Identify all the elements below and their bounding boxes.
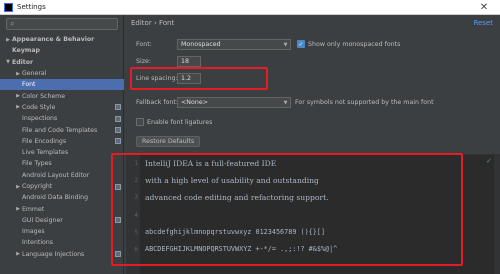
tree-item-emmet[interactable]: ▶ Emmet [0,203,124,214]
tree-item-images[interactable]: Images [0,226,124,237]
settings-tree: ▶ Appearance & Behavior Keymap ▼ Editor ▶ Gene… [0,34,124,260]
tree-item-intentions[interactable]: Intentions [0,237,124,248]
window-title: Settings [17,3,46,11]
line-spacing-label: Line spacing: [136,75,178,82]
line-number: 5 [134,229,138,236]
tree-item-label: Android Layout Editor [22,171,90,179]
tree-item-label: Language Injections [22,250,85,258]
tree-item-label: Appearance & Behavior [12,36,95,44]
tree-item-file-types[interactable]: File Types [0,158,124,169]
fallback-font-label: Fallback font: [136,99,179,106]
chevron-right-icon[interactable]: ▶ [14,184,22,190]
tree-item-label: Emmet [22,205,45,213]
tree-item-label: Live Templates [22,149,69,157]
chevron-down-icon: ▼ [283,41,288,48]
monospaced-only-checkbox[interactable]: ✓ [297,40,305,48]
project-scope-icon [115,104,121,111]
font-label: Font: [136,41,152,48]
preview-code-line: advanced code editing and refactoring su… [145,193,329,202]
chevron-right-icon[interactable]: ▶ [14,251,22,257]
line-number-gutter: 1 2 3 4 5 6 [126,155,140,274]
tree-item-file-and-code-templates[interactable]: File and Code Templates [0,124,124,135]
tree-item-label: Color Scheme [22,92,66,100]
tree-item-label: Code Style [22,103,56,111]
project-scope-icon [115,183,121,190]
chevron-right-icon[interactable]: ▶ [14,104,22,110]
close-button[interactable]: ✕ [468,0,500,15]
tree-item-label: Android Data Binding [22,194,89,202]
preview-code-line: abcdefghijklmnopqrstuvwxyz 0123456789 ()… [145,228,326,236]
line-number: 6 [134,246,138,253]
app-logo-icon [4,2,13,12]
monospaced-only-label: Show only monospaced fonts [308,41,401,48]
tree-item-appearance-behavior[interactable]: ▶ Appearance & Behavior [0,34,124,45]
chevron-down-icon[interactable]: ▼ [4,59,12,65]
tree-item-label: Copyright [22,183,53,190]
tree-item-label: File and Code Templates [22,126,98,134]
fallback-font-combo[interactable]: <None> ▼ [177,97,291,108]
tree-item-general[interactable]: ▶ General [0,68,124,79]
tree-item-code-style[interactable]: ▶ Code Style [0,102,124,113]
tree-item-android-layout-editor[interactable]: Android Layout Editor [0,170,124,181]
tree-item-keymap[interactable]: Keymap [0,45,124,56]
chevron-right-icon[interactable]: ▶ [4,37,12,43]
tree-item-label: File Encodings [22,137,67,145]
fallback-font-hint: For symbols not supported by the main fo… [295,99,434,106]
chevron-right-icon[interactable]: ▶ [14,71,22,77]
tree-item-label: Intentions [22,239,53,247]
font-combo-value: Monospaced [181,41,221,48]
project-scope-icon [115,127,121,134]
project-scope-icon [115,217,121,224]
preview-code-line: IntelliJ IDEA is a full-featured IDE [145,159,277,168]
chevron-right-icon[interactable]: ▶ [14,93,22,99]
tree-item-label: Keymap [12,47,40,55]
tree-item-label: GUI Designer [22,216,63,224]
font-combo[interactable]: Monospaced ▼ [177,39,291,50]
tree-item-gui-designer[interactable]: GUI Designer [0,215,124,226]
fallback-font-value: <None> [181,99,208,106]
search-icon: ⌕ [10,19,15,28]
ligatures-checkbox[interactable] [136,118,144,126]
preview-code-line: with a high level of usability and outst… [145,176,319,185]
line-number: 4 [134,212,138,219]
restore-defaults-button[interactable]: Restore Defaults [136,136,201,147]
tree-item-android-data-binding[interactable]: Android Data Binding [0,192,124,203]
font-settings-panel: Editor › Font Reset Font: Monospaced ▼ ✓… [125,15,500,274]
line-spacing-input[interactable]: 1.2 [177,73,201,84]
tree-item-editor[interactable]: ▼ Editor [0,57,124,68]
check-mark-icon: ✓ [486,157,492,165]
size-input[interactable]: 18 [177,56,201,67]
chevron-right-icon[interactable]: ▶ [14,206,22,212]
tree-item-label: Images [22,228,45,236]
vertical-scrollbar[interactable] [494,155,500,274]
tree-item-inspections[interactable]: Inspections [0,113,124,124]
tree-item-label: Editor [12,58,34,66]
size-label: Size: [136,58,152,65]
search-input[interactable]: ⌕ [6,18,118,30]
reset-link[interactable]: Reset [473,19,493,27]
tree-item-label: Font [22,81,36,89]
project-scope-icon [115,251,121,258]
settings-sidebar: ⌕ ▶ Appearance & Behavior Keymap ▼ Editor ▶ Ge… [0,15,124,274]
preview-code-line: ABCDEFGHIJKLMNOPQRSTUVWXYZ +-*/= .,;:!? … [145,245,338,253]
font-preview-editor[interactable]: 1 2 3 4 5 6 IntelliJ IDEA is a full-featured … [126,154,500,274]
tree-item-copyright[interactable]: ▶ Copyright [0,181,124,192]
tree-item-color-scheme[interactable]: ▶ Color Scheme [0,90,124,101]
chevron-down-icon: ▼ [283,99,288,106]
tree-item-file-encodings[interactable]: File Encodings [0,136,124,147]
line-number: 3 [134,194,138,201]
tree-item-font[interactable]: Font [0,79,124,91]
project-scope-icon [115,138,121,145]
tree-item-label: Inspections [22,115,58,123]
tree-item-label: General [22,70,47,78]
project-scope-icon [115,115,121,122]
title-bar: Settings ✕ [0,0,500,15]
ligatures-label: Enable font ligatures [147,119,213,126]
tree-item-live-templates[interactable]: Live Templates [0,147,124,158]
tree-item-label: File Types [22,160,52,168]
line-number: 1 [134,160,138,167]
tree-item-language-injections[interactable]: ▶ Language Injections [0,249,124,260]
breadcrumb: Editor › Font [131,19,175,27]
line-number: 2 [134,177,138,184]
